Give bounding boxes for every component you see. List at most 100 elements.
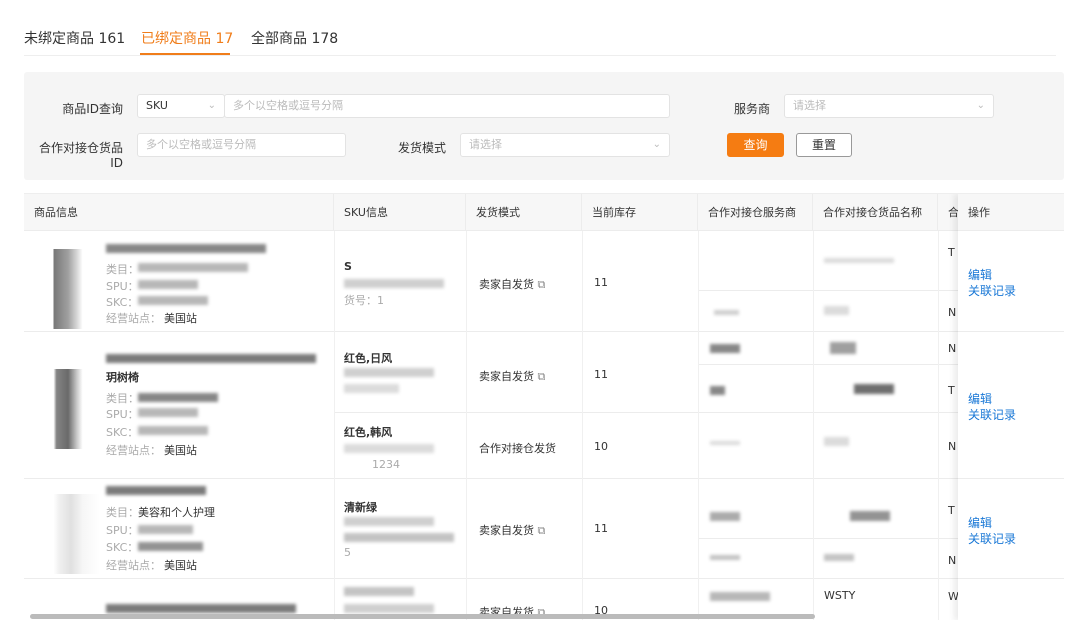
- partner-name: WSTY: [824, 589, 855, 602]
- ship-mode: 合作对接仓发货: [479, 440, 556, 456]
- chevron-down-icon: ⌄: [653, 134, 661, 156]
- provider-select[interactable]: 请选择 ⌄: [784, 94, 994, 118]
- stock-value: 11: [594, 368, 608, 381]
- col-divider: [813, 231, 814, 620]
- site-label: 经营站点：: [106, 442, 161, 458]
- placeholder: 请选择: [469, 138, 502, 151]
- records-link[interactable]: 关联记录: [968, 406, 1016, 423]
- partner-code: T: [948, 504, 955, 517]
- ship-mode: 卖家自发货 ⧉: [479, 368, 545, 384]
- tab-bound[interactable]: 已绑定商品 17: [141, 28, 233, 48]
- product-id-label: 商品ID查询: [50, 100, 123, 117]
- partner-id-label: 合作对接仓货品ID: [30, 139, 123, 170]
- ship-mode: 卖家自发货 ⧉: [479, 522, 545, 538]
- sku-name: S: [344, 260, 352, 273]
- header-sku-info: SKU信息: [334, 194, 466, 231]
- ship-mode: 卖家自发货 ⧉: [479, 276, 545, 292]
- stock-value: 11: [594, 522, 608, 535]
- header-product-info: 商品信息: [24, 194, 334, 231]
- spu-label: SPU：: [106, 522, 139, 538]
- header-partner-provider: 合作对接仓服务商: [698, 194, 813, 231]
- category-value: 美容和个人护理: [138, 504, 215, 520]
- stock-value: 10: [594, 440, 608, 453]
- col-divider: [698, 231, 699, 620]
- edit-link[interactable]: 编辑: [968, 390, 992, 407]
- item-no: 5: [344, 546, 351, 559]
- row-divider: [24, 331, 1064, 332]
- site-label: 经营站点：: [106, 557, 161, 573]
- category-label: 类目：: [106, 390, 139, 406]
- header-ship-mode: 发货模式: [466, 194, 582, 231]
- row-divider: [24, 478, 1064, 479]
- partner-code: N: [948, 440, 956, 453]
- id-type-select[interactable]: SKU ⌄: [137, 94, 225, 118]
- partner-code: N: [948, 306, 956, 319]
- subrow-divider: [698, 364, 958, 365]
- skc-label: SKC：: [106, 294, 138, 310]
- subrow-divider: [698, 538, 958, 539]
- site-label: 经营站点：: [106, 310, 161, 326]
- spu-label: SPU：: [106, 406, 139, 422]
- horizontal-scrollbar[interactable]: [30, 614, 815, 619]
- item-no: 1234: [372, 458, 400, 471]
- tab-unbound[interactable]: 未绑定商品 161: [24, 28, 125, 48]
- site-value: 美国站: [164, 442, 197, 458]
- header-partner-name: 合作对接仓货品名称: [813, 194, 938, 231]
- partner-code: T: [948, 246, 955, 259]
- sku-name: 清新绿: [344, 499, 377, 515]
- id-type-value: SKU: [146, 99, 168, 112]
- sku-name: 红色,日风: [344, 350, 392, 366]
- placeholder: 多个以空格或逗号分隔: [233, 99, 343, 112]
- header-actions: 操作: [958, 194, 1064, 231]
- partner-id-input[interactable]: 多个以空格或逗号分隔: [137, 133, 346, 157]
- partner-code: N: [948, 342, 956, 355]
- actions-column: 操作 编辑 关联记录 编辑 关联记录 编辑 关联记录: [958, 194, 1064, 620]
- category-label: 类目：: [106, 261, 139, 277]
- header-stock: 当前库存: [582, 194, 698, 231]
- stock-value: 11: [594, 276, 608, 289]
- ship-mode-select[interactable]: 请选择 ⌄: [460, 133, 670, 157]
- product-title-tail: 玥树椅: [106, 369, 139, 385]
- partner-code: T: [948, 384, 955, 397]
- row-divider: [24, 578, 1064, 579]
- spu-label: SPU：: [106, 278, 139, 294]
- edit-link[interactable]: 编辑: [968, 514, 992, 531]
- placeholder: 请选择: [793, 99, 826, 112]
- active-tab-indicator: [140, 53, 230, 55]
- partner-code: N: [948, 554, 956, 567]
- external-link-icon[interactable]: ⧉: [538, 370, 546, 383]
- category-label: 类目：: [106, 504, 139, 520]
- col-divider: [334, 231, 335, 620]
- product-thumbnail[interactable]: [42, 249, 100, 329]
- reset-button[interactable]: 重置: [796, 133, 852, 157]
- search-button[interactable]: 查询: [727, 133, 784, 157]
- filter-panel: [24, 72, 1064, 180]
- records-link[interactable]: 关联记录: [968, 282, 1016, 299]
- product-thumbnail[interactable]: [42, 369, 100, 449]
- subrow-divider: [698, 290, 958, 291]
- chevron-down-icon: ⌄: [208, 95, 216, 117]
- subrow-divider: [334, 412, 958, 413]
- col-divider: [582, 231, 583, 620]
- placeholder: 多个以空格或逗号分隔: [146, 138, 256, 151]
- external-link-icon[interactable]: ⧉: [538, 278, 546, 291]
- provider-label: 服务商: [720, 100, 770, 117]
- site-value: 美国站: [164, 557, 197, 573]
- tab-all[interactable]: 全部商品 178: [251, 28, 338, 48]
- product-thumbnail[interactable]: [42, 494, 100, 574]
- item-no: 货号：1: [344, 292, 384, 308]
- ship-mode-label: 发货模式: [396, 139, 446, 156]
- skc-label: SKC：: [106, 539, 138, 555]
- product-table: 商品信息 SKU信息 发货模式 当前库存 合作对接仓服务商 合作对接仓货品名称 …: [24, 193, 1064, 620]
- site-value: 美国站: [164, 310, 197, 326]
- records-link[interactable]: 关联记录: [968, 530, 1016, 547]
- edit-link[interactable]: 编辑: [968, 266, 992, 283]
- tab-divider: [24, 55, 1056, 56]
- product-id-input[interactable]: 多个以空格或逗号分隔: [224, 94, 670, 118]
- external-link-icon[interactable]: ⧉: [538, 524, 546, 537]
- chevron-down-icon: ⌄: [977, 95, 985, 117]
- sku-name: 红色,韩风: [344, 424, 392, 440]
- skc-label: SKC：: [106, 424, 138, 440]
- col-divider: [466, 231, 467, 620]
- col-divider: [938, 231, 939, 620]
